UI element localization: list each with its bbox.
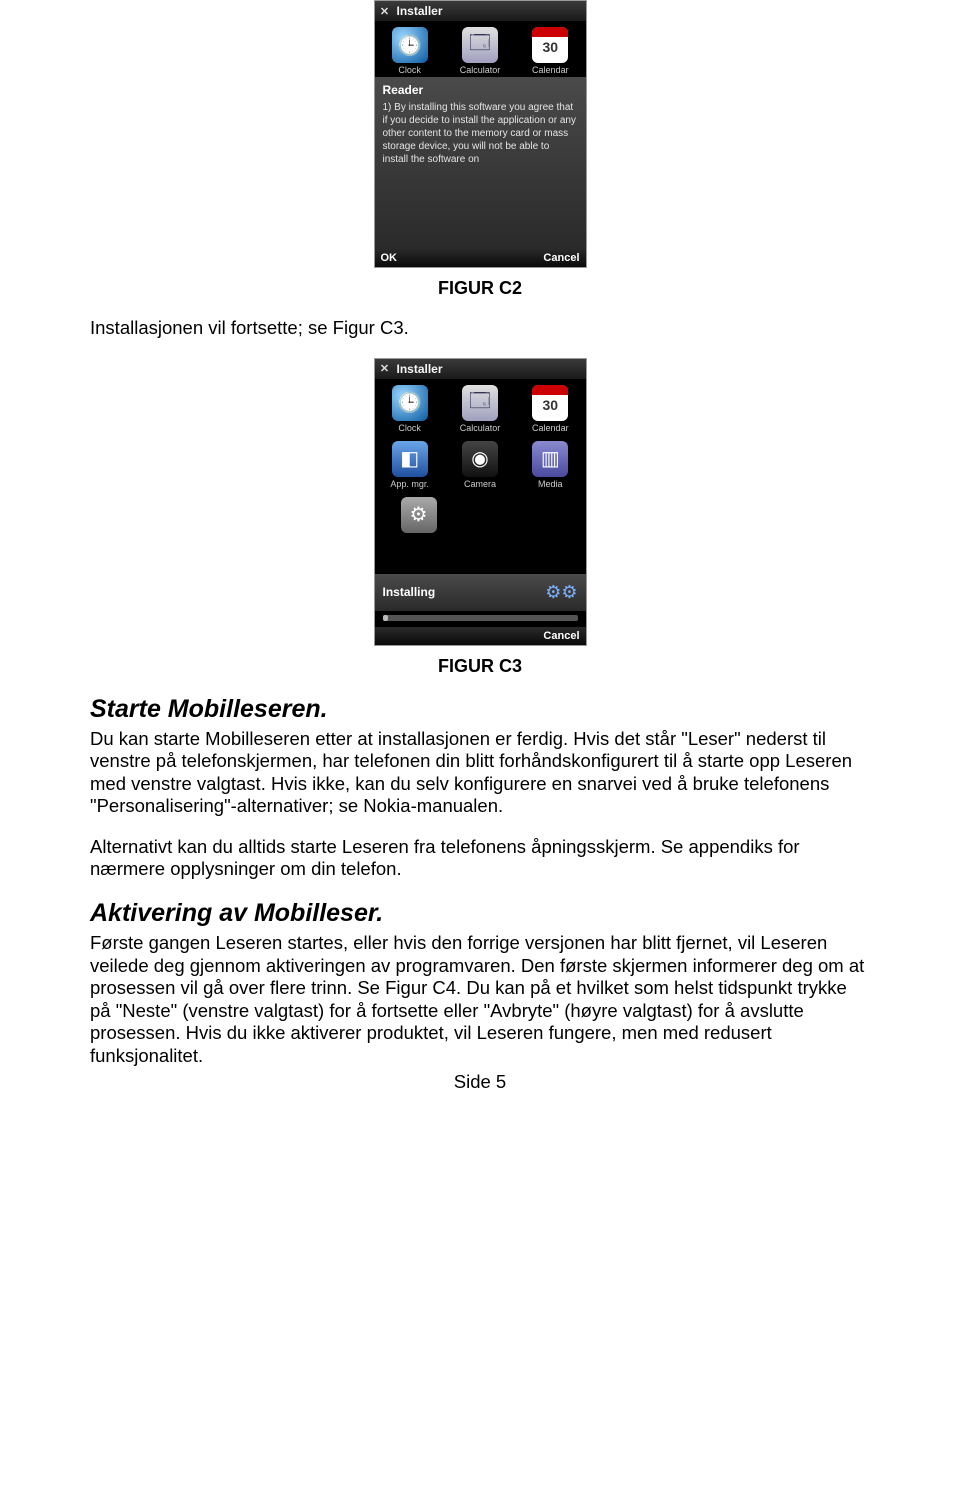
ok-softkey[interactable]: OK: [381, 252, 398, 264]
app-icon-row-3: ⚙: [375, 491, 586, 537]
app-icon-row-1: 🕒 Clock 🗔 Calculator 30 Calendar: [375, 379, 586, 435]
app-label: Camera: [464, 479, 496, 489]
app-calculator[interactable]: 🗔 Calculator: [450, 27, 510, 75]
phone-title: Installer: [397, 4, 443, 18]
app-clock[interactable]: 🕒 Clock: [380, 27, 440, 75]
paragraph-continue: Installasjonen vil fortsette; se Figur C…: [90, 317, 870, 340]
softkey-bar: OK Cancel: [375, 249, 586, 267]
close-icon[interactable]: ✕: [379, 363, 391, 375]
installing-panel: Installing ⚙⚙: [375, 574, 586, 611]
app-label: Clock: [398, 423, 421, 433]
cancel-softkey[interactable]: Cancel: [543, 630, 579, 642]
reader-dialog-title: Reader: [383, 83, 578, 97]
camera-icon: ◉: [462, 441, 498, 477]
close-icon[interactable]: ✕: [379, 5, 391, 17]
figure-caption-c3: FIGUR C3: [90, 656, 870, 677]
app-label: Media: [538, 479, 563, 489]
clock-icon: 🕒: [392, 385, 428, 421]
app-app-manager[interactable]: ◧ App. mgr.: [380, 441, 440, 489]
section-heading-aktivering: Aktivering av Mobilleser.: [90, 899, 870, 928]
app-icon-row: 🕒 Clock 🗔 Calculator 30 Calendar: [375, 21, 586, 77]
install-progress-bar: [383, 615, 578, 621]
calendar-icon: 30: [532, 385, 568, 421]
app-clock[interactable]: 🕒 Clock: [380, 385, 440, 433]
calculator-icon: 🗔: [462, 385, 498, 421]
app-calculator[interactable]: 🗔 Calculator: [450, 385, 510, 433]
installing-label: Installing: [383, 585, 436, 599]
app-label: Clock: [398, 65, 421, 75]
media-icon: ▥: [532, 441, 568, 477]
app-label: Calculator: [460, 65, 501, 75]
section2-paragraph-1: Første gangen Leseren startes, eller hvi…: [90, 932, 870, 1067]
app-media[interactable]: ▥ Media: [520, 441, 580, 489]
app-icon-row-2: ◧ App. mgr. ◉ Camera ▥ Media: [375, 435, 586, 491]
install-progress-fill: [383, 615, 389, 621]
reader-dialog-body: 1) By installing this software you agree…: [383, 101, 578, 166]
calculator-icon: 🗔: [462, 27, 498, 63]
reader-dialog: Reader 1) By installing this software yo…: [375, 77, 586, 249]
app-calendar[interactable]: 30 Calendar: [520, 27, 580, 75]
screenshot-figure-c2: ✕ Installer 🕒 Clock 🗔 Calculator 30 Cale…: [374, 0, 587, 268]
app-calendar[interactable]: 30 Calendar: [520, 385, 580, 433]
page-number: Side 5: [90, 1071, 870, 1093]
phone-titlebar: ✕ Installer: [375, 1, 586, 21]
gears-icon: ⚙⚙: [545, 582, 577, 603]
gear-icon: ⚙: [401, 497, 437, 533]
app-label: Calculator: [460, 423, 501, 433]
app-camera[interactable]: ◉ Camera: [450, 441, 510, 489]
section1-paragraph-2: Alternativt kan du alltids starte Lesere…: [90, 836, 870, 881]
clock-icon: 🕒: [392, 27, 428, 63]
app-manager-icon: ◧: [392, 441, 428, 477]
cancel-softkey[interactable]: Cancel: [543, 252, 579, 264]
phone-title: Installer: [397, 362, 443, 376]
phone-titlebar: ✕ Installer: [375, 359, 586, 379]
section1-paragraph-1: Du kan starte Mobilleseren etter at inst…: [90, 728, 870, 818]
app-label: Calendar: [532, 423, 569, 433]
app-label: App. mgr.: [390, 479, 429, 489]
softkey-bar: Cancel: [375, 627, 586, 645]
figure-caption-c2: FIGUR C2: [90, 278, 870, 299]
app-label: Calendar: [532, 65, 569, 75]
app-settings[interactable]: ⚙: [389, 497, 449, 535]
section-heading-start-mobilleser: Starte Mobilleseren.: [90, 695, 870, 724]
calendar-icon: 30: [532, 27, 568, 63]
screenshot-figure-c3: ✕ Installer 🕒 Clock 🗔 Calculator 30 Cale…: [374, 358, 587, 646]
